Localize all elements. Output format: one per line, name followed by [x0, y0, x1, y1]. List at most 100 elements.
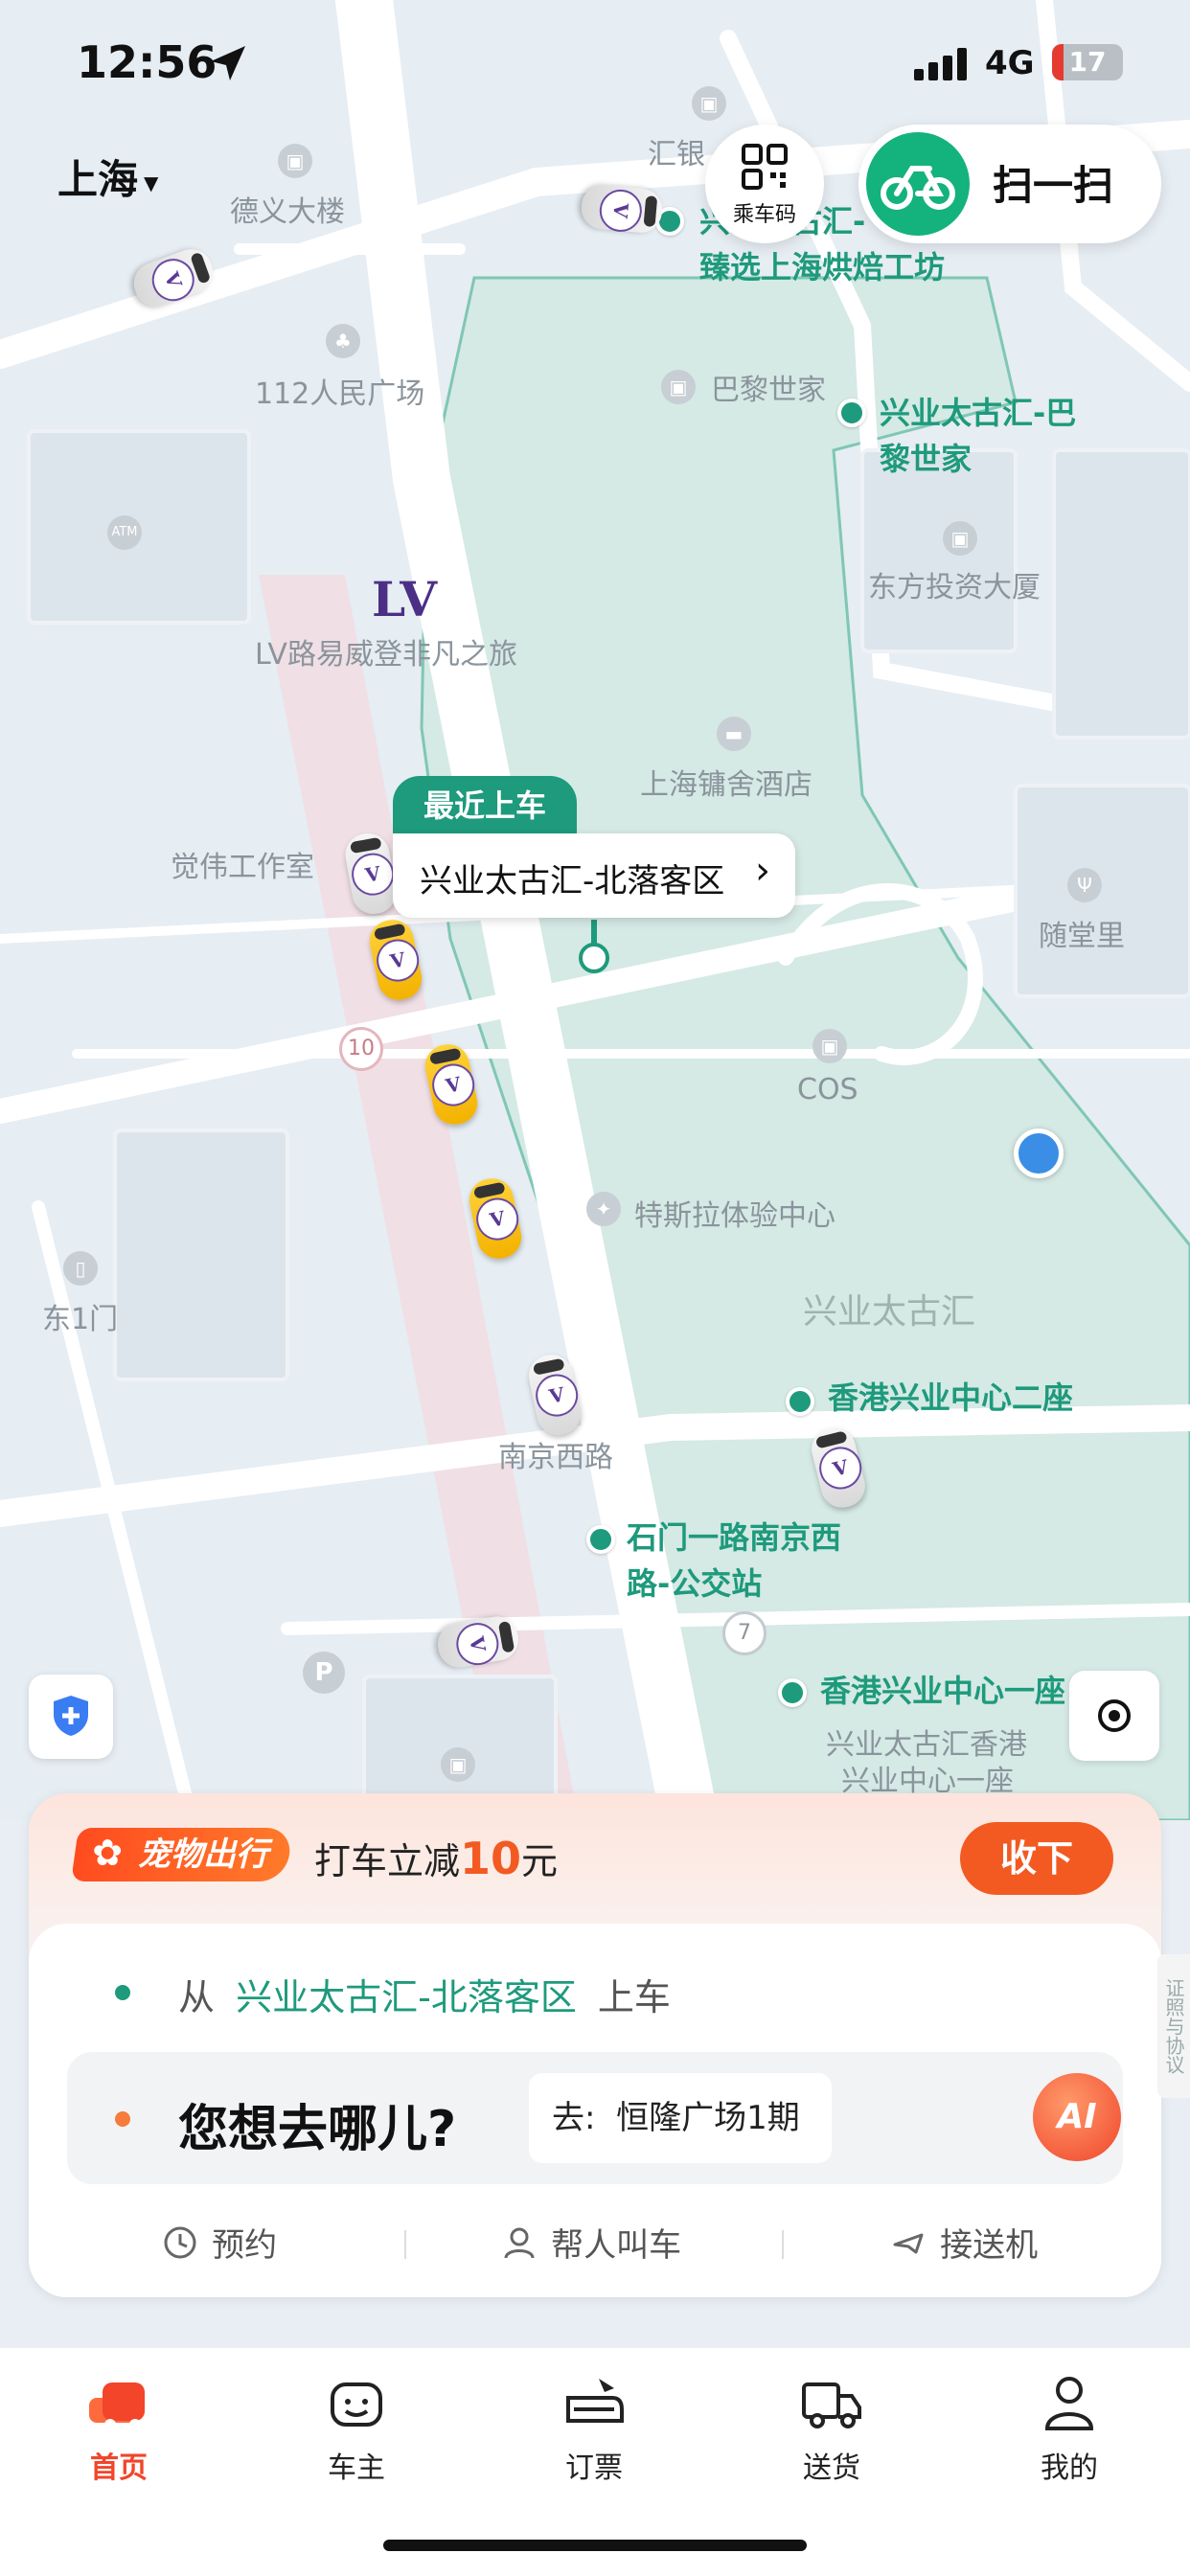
- quick-call-for-others-label: 帮人叫车: [551, 2226, 682, 2265]
- profile-icon: [1036, 2369, 1103, 2436]
- chevron-right-icon: ›: [755, 849, 770, 893]
- scan-button[interactable]: 扫一扫: [858, 125, 1161, 243]
- tab-tickets[interactable]: 订票: [527, 2369, 661, 2486]
- plane-icon: [893, 2233, 924, 2253]
- ride-code-label: 乘车码: [732, 203, 796, 227]
- building-poi-icon: ▣: [692, 86, 726, 121]
- battery-icon: 17: [1052, 44, 1123, 80]
- pickup-point-dot[interactable]: [586, 1525, 615, 1554]
- promo-prefix: 打车立减: [314, 1840, 461, 1882]
- pet-ride-badge: ✿ 宠物出行: [71, 1828, 293, 1881]
- poi-label: LV路易威登非凡之旅: [255, 638, 517, 672]
- pickup-point-dot[interactable]: [786, 1387, 814, 1416]
- map-view[interactable]: ▣ 德义大楼 ▣ 汇银 ♣ 112人民广场 ▣ 巴黎世家 ▣ 东方投资大厦 LV…: [0, 0, 1190, 1820]
- gate-poi-icon: ▯: [63, 1251, 98, 1286]
- shop-poi-icon: ▣: [812, 1029, 847, 1063]
- road-number-badge: 7: [722, 1611, 767, 1655]
- poi-label: 汇银: [648, 138, 705, 171]
- poi-label: 特斯拉体验中心: [634, 1199, 835, 1233]
- green-poi-label[interactable]: 路-公交站: [627, 1562, 762, 1606]
- scan-label: 扫一扫: [993, 162, 1114, 209]
- road-number-badge: 10: [339, 1027, 383, 1071]
- pet-ride-badge-text: 宠物出行: [138, 1835, 268, 1874]
- poi-label: 上海镛舍酒店: [640, 768, 812, 802]
- poi-label: 德义大楼: [230, 195, 345, 229]
- license-agreement-tab[interactable]: 证照与协议: [1157, 1954, 1190, 2098]
- origin-dot: [115, 1985, 130, 2000]
- origin-row[interactable]: 从 兴业太古汇-北落客区 上车: [178, 1968, 671, 2020]
- ai-assistant-button[interactable]: AI: [1033, 2073, 1121, 2161]
- suggested-destination-chip[interactable]: 去: 恒隆广场1期: [529, 2073, 832, 2163]
- paw-icon: ✿: [92, 1832, 124, 1874]
- user-location-icon: [1014, 1128, 1064, 1178]
- location-arrow-icon: [211, 46, 245, 80]
- divider: [404, 2230, 406, 2259]
- green-poi-label[interactable]: 石门一路南京西: [627, 1516, 841, 1560]
- quick-airport-label: 接送机: [940, 2226, 1039, 2265]
- shield-icon: [54, 1696, 88, 1736]
- battery-level: 17: [1068, 46, 1107, 78]
- green-poi-label[interactable]: 香港兴业中心二座: [828, 1376, 1073, 1420]
- city-name: 上海: [57, 156, 139, 203]
- tab-driver[interactable]: 车主: [289, 2369, 423, 2486]
- tree-poi-icon: ♣: [326, 324, 360, 358]
- person-icon: [504, 2227, 535, 2258]
- tab-delivery[interactable]: 送货: [765, 2369, 899, 2486]
- pickup-callout[interactable]: 兴业太古汇-北落客区 ›: [393, 833, 795, 918]
- tab-tickets-label: 订票: [565, 2451, 623, 2485]
- city-selector[interactable]: 上海 ▼: [57, 148, 158, 206]
- tab-driver-label: 车主: [328, 2451, 385, 2485]
- promo-amount: 10: [460, 1833, 522, 1884]
- status-time: 12:56: [77, 36, 217, 88]
- parking-icon: P: [303, 1652, 345, 1694]
- poi-label: 巴黎世家: [711, 374, 826, 407]
- truck-icon: [798, 2369, 865, 2436]
- promo-text: 打车立减10元: [314, 1832, 558, 1884]
- home-indicator: [383, 2540, 807, 2551]
- driver-face-icon: [323, 2369, 390, 2436]
- tab-delivery-label: 送货: [803, 2451, 860, 2485]
- road-label: 南京西路: [498, 1441, 613, 1474]
- tab-profile-label: 我的: [1041, 2451, 1098, 2485]
- destination-box[interactable]: 您想去哪儿? 去: 恒隆广场1期 AI: [67, 2052, 1123, 2184]
- network-type: 4G: [985, 44, 1035, 82]
- ride-request-card: 从 兴业太古汇-北落客区 上车 您想去哪儿? 去: 恒隆广场1期 AI 预约 帮…: [29, 1924, 1161, 2297]
- atm-poi-icon: ATM: [107, 515, 142, 550]
- train-ticket-icon: [561, 2369, 628, 2436]
- building-poi-icon: ▣: [441, 1747, 475, 1782]
- quick-call-for-others[interactable]: 帮人叫车: [502, 2219, 681, 2267]
- green-poi-label[interactable]: 兴业太古汇-巴: [880, 391, 1076, 435]
- green-poi-label[interactable]: 臻选上海烘焙工坊: [699, 245, 945, 289]
- green-poi-label[interactable]: 香港兴业中心一座: [820, 1669, 1065, 1713]
- bike-icon: [866, 132, 970, 236]
- poi-label: COS: [797, 1073, 858, 1106]
- origin-suffix: 上车: [597, 1976, 671, 2018]
- poi-label: 112人民广场: [255, 377, 425, 411]
- poi-label: 觉伟工作室: [171, 851, 314, 884]
- pickup-recent-tag: 最近上车: [393, 776, 578, 833]
- bottom-nav: 首页 车主 订票 送货 我的: [0, 2347, 1190, 2576]
- poi-label: 东1门: [42, 1303, 119, 1336]
- locate-me-button[interactable]: [1069, 1671, 1159, 1761]
- wrench-poi-icon: ✦: [586, 1192, 621, 1226]
- ride-code-button[interactable]: 乘车码: [705, 125, 824, 243]
- pickup-point-dot[interactable]: [778, 1678, 807, 1707]
- claim-coupon-button[interactable]: 收下: [960, 1822, 1113, 1895]
- lv-logo: LV: [372, 571, 438, 627]
- hotel-poi-icon: ▬: [717, 717, 751, 751]
- clock-icon: [164, 2226, 196, 2258]
- car-marker: V: [580, 183, 664, 235]
- quick-reserve[interactable]: 预约: [163, 2219, 277, 2267]
- pickup-point-dot[interactable]: [837, 399, 866, 427]
- pickup-pin: [579, 943, 609, 973]
- building-poi-icon: ▣: [943, 521, 977, 556]
- poi-label: 随堂里: [1039, 920, 1125, 953]
- safety-button[interactable]: [29, 1675, 113, 1759]
- tab-home[interactable]: 首页: [52, 2369, 186, 2486]
- tab-profile[interactable]: 我的: [1002, 2369, 1136, 2486]
- pickup-callout-name: 兴业太古汇-北落客区: [420, 862, 725, 900]
- green-poi-label[interactable]: 黎世家: [880, 437, 972, 481]
- origin-place: 兴业太古汇-北落客区: [236, 1976, 577, 2018]
- quick-airport[interactable]: 接送机: [891, 2219, 1038, 2267]
- restaurant-poi-icon: Ψ: [1067, 868, 1102, 902]
